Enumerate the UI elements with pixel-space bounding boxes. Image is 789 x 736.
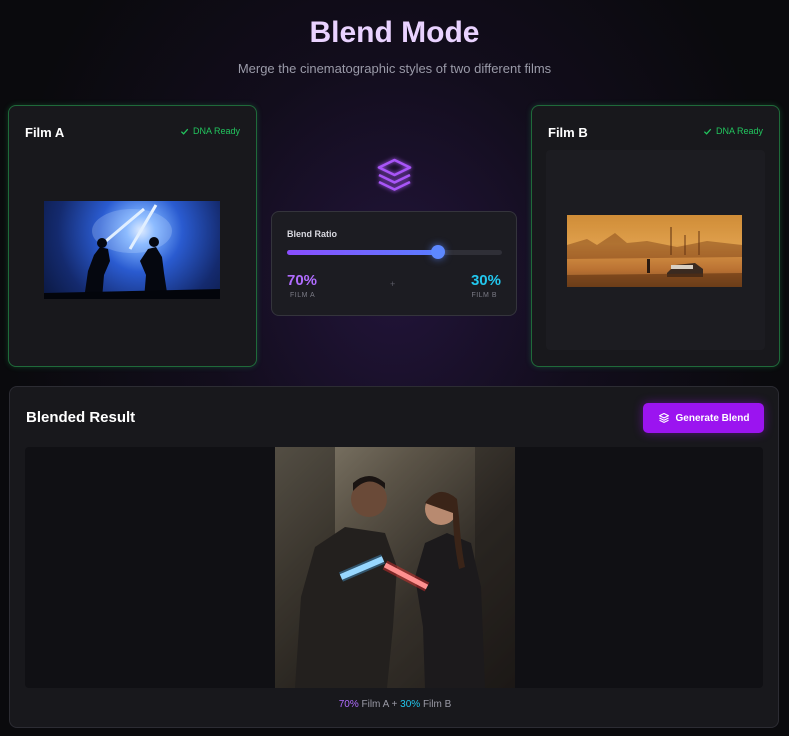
caption-b-text: Film B [422,699,452,710]
caption-a-text: Film A [361,699,389,710]
film-b-status-text: DNA Ready [715,126,763,136]
film-a-card[interactable]: Film A DNA Ready [8,105,257,367]
film-b-status-badge: DNA Ready [703,126,763,136]
blend-caption: 70% Film A + 30% Film B [10,699,780,710]
blend-ratio-panel: Blend Ratio 70% FILM A + 30% FILM B [271,211,517,316]
film-b-label: Film B [548,125,588,140]
blended-result-image [275,447,515,688]
caption-b-percent: 30% [400,699,421,710]
film-a-label: Film A [25,125,65,140]
blend-ratio-slider-handle[interactable] [430,245,445,259]
generate-blend-button[interactable]: Generate Blend [643,403,764,433]
film-b-thumbnail [567,215,742,287]
film-b-percent-label: FILM B [471,292,497,299]
film-b-preview-area [546,150,765,350]
blend-ratio-slider[interactable] [287,245,502,259]
film-a-percent-label: FILM A [290,292,316,299]
blend-ratio-slider-fill [287,250,438,255]
check-icon [180,128,189,135]
layers-icon [373,155,416,198]
film-b-card[interactable]: Film B DNA Ready [531,105,780,367]
film-a-status-badge: DNA Ready [180,126,240,136]
film-a-thumbnail [44,201,220,299]
page-subtitle: Merge the cinematographic styles of two … [237,61,552,76]
layers-icon [658,412,669,423]
film-a-status-text: DNA Ready [192,126,240,136]
generate-blend-label: Generate Blend [675,412,750,424]
film-a-percent: 70% [287,272,318,289]
page-title: Blend Mode [309,16,480,49]
blended-result-title: Blended Result [26,409,136,426]
blended-result-canvas [25,447,763,688]
caption-plus: + [391,699,398,710]
caption-a-percent: 70% [338,699,359,710]
blended-result-panel: Blended Result Generate Blend 70% Film A… [9,386,779,728]
check-icon [703,128,712,135]
ratio-plus-separator: + [390,279,396,289]
blend-ratio-title: Blend Ratio [287,229,338,239]
film-b-percent: 30% [470,272,501,289]
